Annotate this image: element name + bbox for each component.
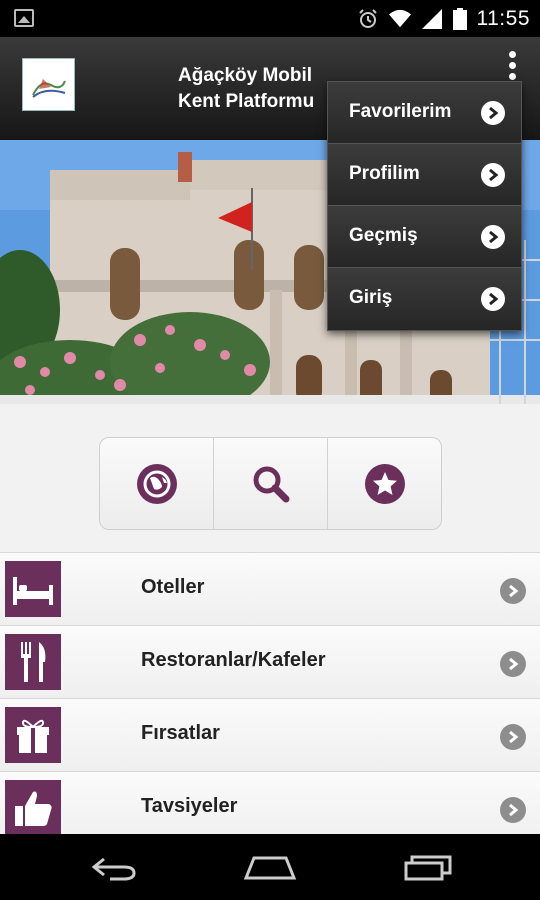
chevron-right-icon [481, 163, 505, 187]
menu-item-label: Geçmiş [349, 225, 418, 246]
battery-icon [452, 7, 467, 30]
overflow-menu-button[interactable] [504, 51, 520, 81]
quick-actions-bar [99, 437, 442, 530]
menu-item-label: Giriş [349, 287, 393, 308]
content-area: Oteller Restoranlar/Kafeler Fırsatlar Ta… [0, 404, 540, 844]
system-nav-bar [0, 834, 540, 900]
overflow-dot-icon [508, 62, 516, 69]
menu-item-profilim[interactable]: Profilim [328, 144, 521, 206]
bed-icon [5, 561, 61, 617]
overflow-dot-icon [508, 73, 516, 80]
chevron-right-icon [500, 724, 526, 750]
list-item-restoranlar[interactable]: Restoranlar/Kafeler [0, 625, 540, 698]
menu-item-label: Favorilerim [349, 101, 452, 122]
list-item-oteller[interactable]: Oteller [0, 552, 540, 625]
list-item-label: Fırsatlar [141, 722, 220, 744]
gallery-icon [14, 9, 34, 27]
list-item-label: Oteller [141, 576, 205, 598]
app-title: Ağaçköy Mobil Kent Platformu [178, 63, 314, 115]
category-list: Oteller Restoranlar/Kafeler Fırsatlar Ta… [0, 552, 540, 844]
list-item-label: Tavsiyeler [141, 795, 238, 817]
chevron-right-icon [500, 797, 526, 823]
back-button[interactable] [84, 848, 144, 888]
menu-item-giris[interactable]: Giriş [328, 268, 521, 330]
wifi-icon [388, 9, 411, 27]
menu-item-favorilerim[interactable]: Favorilerim [328, 82, 521, 144]
chevron-right-icon [481, 225, 505, 249]
list-item-firsatlar[interactable]: Fırsatlar [0, 698, 540, 771]
alarm-icon [358, 8, 377, 28]
status-time: 11:55 [476, 6, 530, 30]
recent-apps-button[interactable] [398, 848, 458, 888]
home-button[interactable] [240, 848, 300, 888]
globe-button[interactable] [100, 438, 214, 529]
globe-icon [136, 463, 177, 504]
menu-item-label: Profilim [349, 163, 420, 184]
signal-icon [421, 8, 442, 29]
recent-apps-icon [404, 855, 452, 881]
chevron-right-icon [500, 651, 526, 677]
overflow-menu: Favorilerim Profilim Geçmiş Giriş [327, 81, 522, 331]
favorites-button[interactable] [328, 438, 441, 529]
thumbs-up-icon [5, 780, 61, 836]
search-icon [253, 466, 289, 502]
fork-knife-icon [5, 634, 61, 690]
back-icon [91, 857, 136, 881]
home-icon [243, 856, 297, 880]
overflow-dot-icon [508, 51, 516, 58]
search-button[interactable] [214, 438, 328, 529]
logo-graphic [32, 79, 66, 98]
status-icons: 11:55 [357, 0, 531, 37]
menu-item-gecmis[interactable]: Geçmiş [328, 206, 521, 268]
gift-icon [5, 707, 61, 763]
app-title-line2: Kent Platformu [178, 91, 315, 112]
star-icon [364, 463, 405, 504]
chevron-right-icon [500, 578, 526, 604]
app-title-line1: Ağaçköy Mobil [178, 65, 313, 86]
chevron-right-icon [481, 101, 505, 125]
status-bar: 11:55 [0, 0, 540, 37]
chevron-right-icon [481, 287, 505, 311]
app-logo[interactable] [22, 58, 75, 111]
list-item-label: Restoranlar/Kafeler [141, 649, 326, 671]
